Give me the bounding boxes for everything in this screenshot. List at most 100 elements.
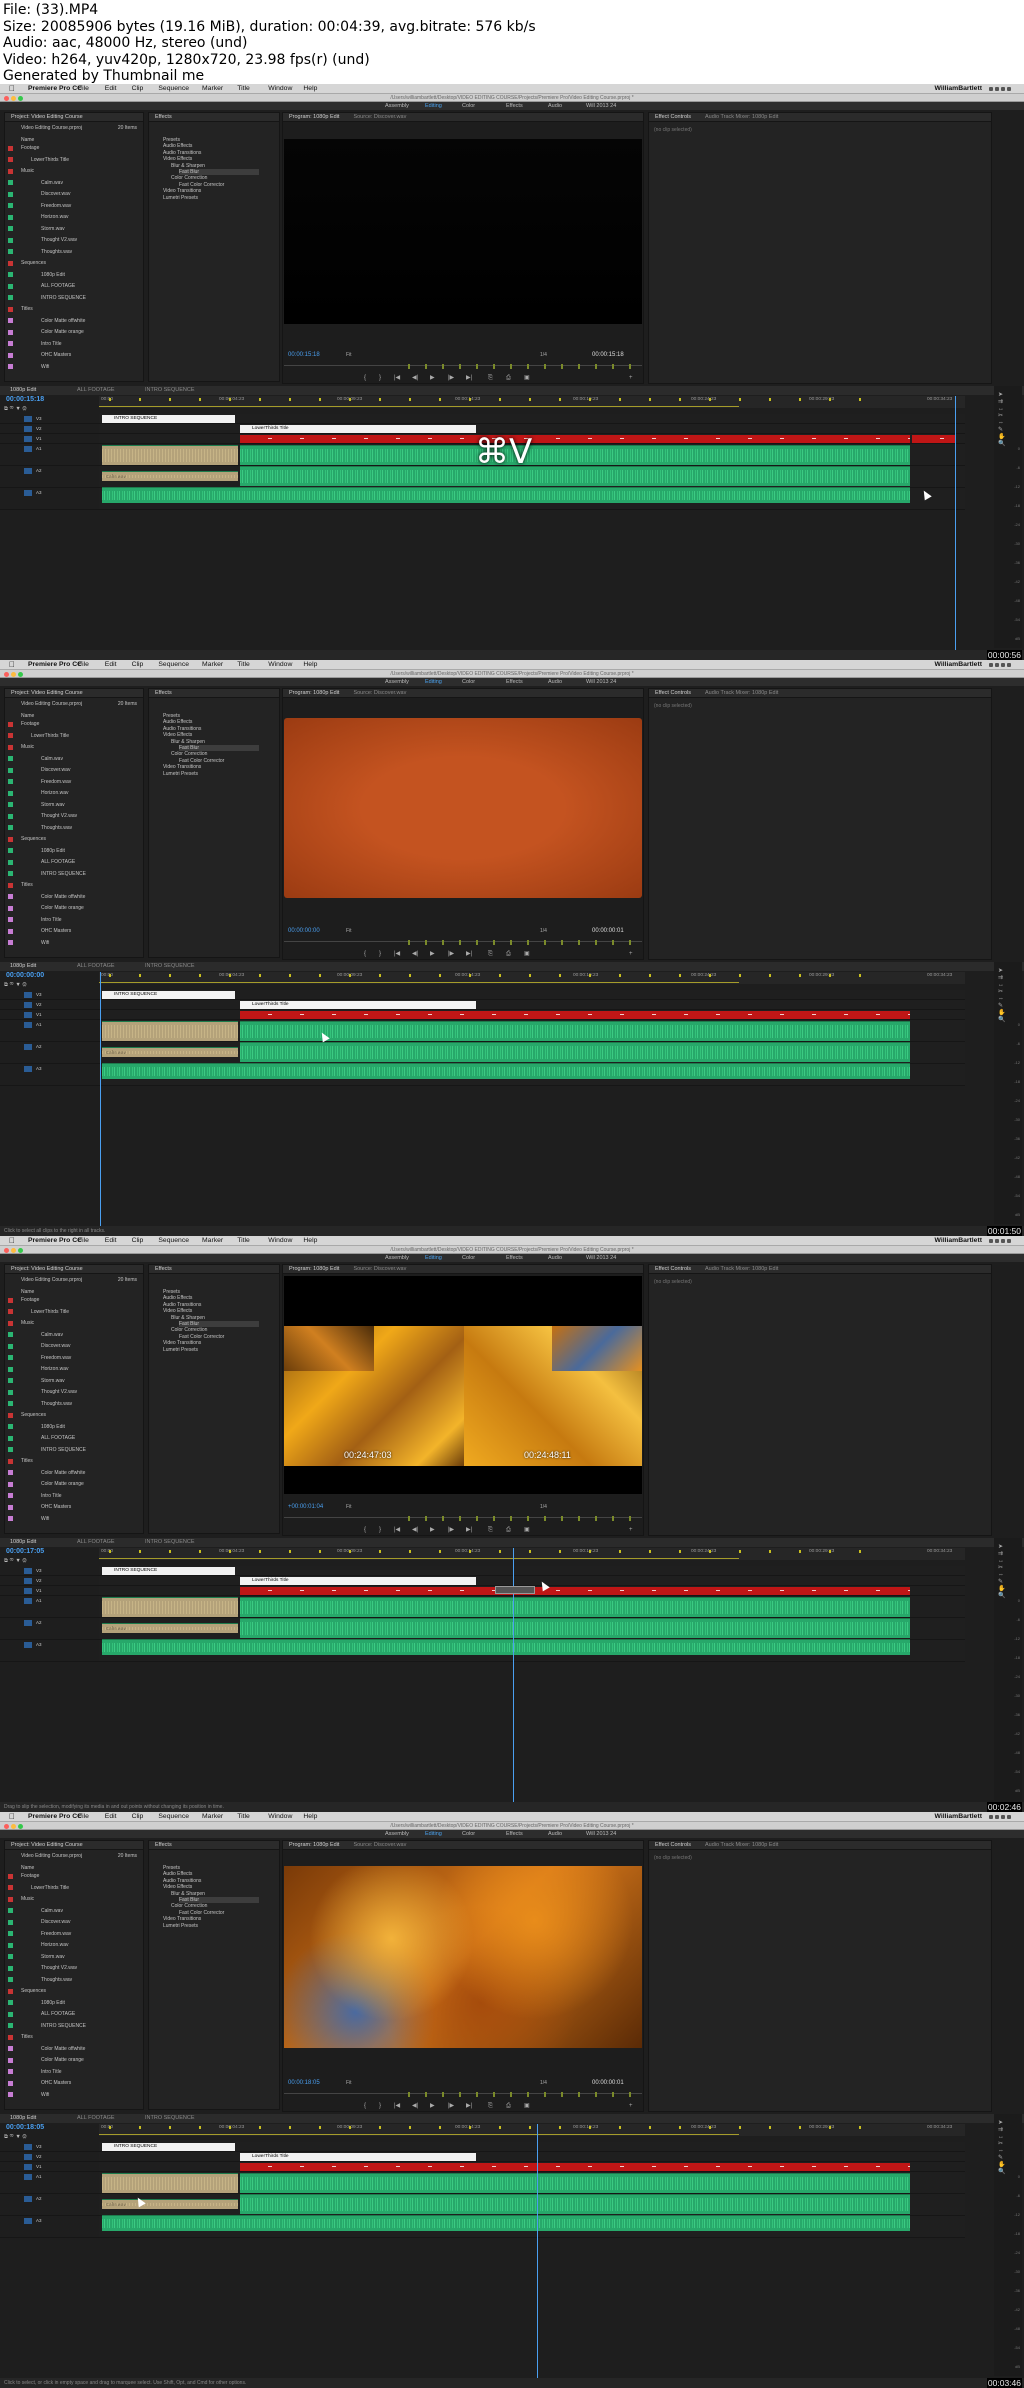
- resolution-select[interactable]: 1/4: [540, 2080, 547, 2086]
- play-icon[interactable]: ▶: [430, 950, 435, 959]
- timeline-tab-1[interactable]: 1080p Edit: [10, 962, 36, 971]
- next-frame-icon[interactable]: |▶: [448, 2102, 454, 2111]
- project-item[interactable]: INTRO SEQUENCE: [41, 871, 86, 877]
- clip-video-v1[interactable]: [240, 1587, 910, 1595]
- track-lane[interactable]: [99, 1576, 965, 1586]
- pen-tool-icon[interactable]: ✎: [998, 427, 1020, 434]
- track-toggle[interactable]: [24, 1578, 32, 1584]
- track-header-v2[interactable]: V2: [0, 1000, 99, 1010]
- effects-item[interactable]: Lumetri Presets: [163, 195, 198, 201]
- hand-tool-icon[interactable]: ✋: [998, 1586, 1020, 1593]
- add-button-icon[interactable]: +: [629, 2102, 633, 2111]
- effects-item[interactable]: Color Correction: [171, 751, 207, 757]
- project-item[interactable]: Sequences: [21, 836, 46, 842]
- track-header-v3[interactable]: V3: [0, 414, 99, 424]
- source-monitor-tab[interactable]: Source: Discover.wav: [353, 114, 406, 120]
- effect-controls-tab[interactable]: Effect Controls: [655, 1266, 691, 1272]
- workspace-color[interactable]: Color: [462, 1254, 475, 1262]
- effects-item[interactable]: Lumetri Presets: [163, 1923, 198, 1929]
- project-item[interactable]: 1080p Edit: [41, 848, 65, 854]
- timeline-ruler[interactable]: 00:0000:00:04:2300:00:09:2300:00:14:2300…: [99, 2124, 965, 2136]
- audio-clip-a1[interactable]: [240, 2173, 910, 2193]
- project-item[interactable]: Intro Title: [41, 2069, 62, 2075]
- track-header-a3[interactable]: A3: [0, 1064, 99, 1086]
- project-item[interactable]: Wifi: [41, 364, 49, 370]
- project-item[interactable]: Freedom.wav: [41, 1931, 71, 1937]
- project-item[interactable]: ALL FOOTAGE: [41, 2011, 75, 2017]
- timeline-timecode[interactable]: 00:00:00:00: [6, 972, 44, 979]
- effects-item[interactable]: Blur & Sharpen: [171, 163, 205, 169]
- audio-clip-a1[interactable]: [240, 1597, 910, 1617]
- clip-video-v1[interactable]: [240, 1011, 910, 1019]
- razor-tool-icon[interactable]: ✂: [998, 413, 1020, 420]
- project-item[interactable]: LowerThirds Title: [31, 157, 69, 163]
- effects-item[interactable]: Color Correction: [171, 1903, 207, 1909]
- zoom-tool-icon[interactable]: 🔍: [998, 1017, 1020, 1024]
- track-toggle[interactable]: [24, 2144, 32, 2150]
- workspace-color[interactable]: Color: [462, 102, 475, 110]
- track-header-v1[interactable]: V1: [0, 1586, 99, 1596]
- add-button-icon[interactable]: +: [629, 950, 633, 959]
- name-column-header[interactable]: Name: [21, 137, 34, 143]
- project-item[interactable]: Titles: [21, 2034, 33, 2040]
- clip-lower-thirds[interactable]: LowerThirds Title: [240, 2153, 476, 2161]
- razor-tool-icon[interactable]: ✂: [998, 2141, 1020, 2148]
- track-toggle[interactable]: [24, 2218, 32, 2224]
- audio-clip-a3[interactable]: [102, 487, 910, 503]
- project-item[interactable]: Footage: [21, 1873, 39, 1879]
- project-item[interactable]: Thoughts.wav: [41, 1977, 72, 1983]
- project-item[interactable]: Color Matte orange: [41, 905, 84, 911]
- audio-clip-a1[interactable]: [240, 1021, 910, 1041]
- effects-item[interactable]: Video Transitions: [163, 1916, 201, 1922]
- effects-item[interactable]: Fast Blur: [179, 1321, 259, 1327]
- app-menu[interactable]: Premiere Pro CC: [28, 1236, 82, 1246]
- project-item[interactable]: Wifi: [41, 940, 49, 946]
- track-toggle[interactable]: [24, 1620, 32, 1626]
- workspace-effects[interactable]: Effects: [506, 1254, 523, 1262]
- effect-controls-tab[interactable]: Effect Controls: [655, 690, 691, 696]
- workspace-will-2013-24[interactable]: Will 2013 24: [586, 1830, 616, 1838]
- track-header-a2[interactable]: A2: [0, 1618, 99, 1640]
- insert-icon[interactable]: ⎘: [488, 950, 493, 959]
- source-monitor-tab[interactable]: Source: Discover.wav: [353, 1266, 406, 1272]
- video-viewer[interactable]: [284, 718, 642, 898]
- slip-tool-icon[interactable]: ⇔: [998, 1572, 1020, 1579]
- next-frame-icon[interactable]: |▶: [448, 374, 454, 383]
- next-frame-icon[interactable]: |▶: [448, 1526, 454, 1535]
- project-item[interactable]: Discover.wav: [41, 1343, 70, 1349]
- project-item[interactable]: Footage: [21, 721, 39, 727]
- project-item[interactable]: INTRO SEQUENCE: [41, 2023, 86, 2029]
- effects-item[interactable]: Fast Color Corrector: [179, 1334, 224, 1340]
- clip-intro-sequence[interactable]: INTRO SEQUENCE: [102, 1567, 235, 1575]
- project-item[interactable]: Color Matte orange: [41, 329, 84, 335]
- project-item[interactable]: Intro Title: [41, 917, 62, 923]
- track-toggle[interactable]: [24, 1066, 32, 1072]
- track-toggle[interactable]: [24, 1022, 32, 1028]
- workspace-assembly[interactable]: Assembly: [385, 678, 409, 686]
- camera-icon[interactable]: ▣: [524, 374, 530, 383]
- track-select-tool-icon[interactable]: ⇉: [998, 399, 1020, 406]
- menu-file[interactable]: File: [78, 84, 89, 94]
- workspace-color[interactable]: Color: [462, 678, 475, 686]
- clip-video-v1-end[interactable]: [912, 435, 956, 443]
- project-item[interactable]: OHC Masters: [41, 928, 71, 934]
- project-item[interactable]: Color Matte offwhite: [41, 318, 85, 324]
- step-back-icon[interactable]: |◀: [394, 950, 400, 959]
- video-viewer[interactable]: 00:24:47:03 00:24:48:11: [284, 1276, 642, 1494]
- workspace-audio[interactable]: Audio: [548, 1254, 562, 1262]
- workspace-assembly[interactable]: Assembly: [385, 102, 409, 110]
- audio-clip-intro[interactable]: [102, 445, 238, 465]
- project-item[interactable]: Music: [21, 744, 34, 750]
- menu-sequence[interactable]: Sequence: [158, 1236, 189, 1246]
- project-item[interactable]: ALL FOOTAGE: [41, 283, 75, 289]
- mark-in-icon[interactable]: {: [364, 950, 366, 959]
- project-item[interactable]: Titles: [21, 1458, 33, 1464]
- name-column-header[interactable]: Name: [21, 1865, 34, 1871]
- clip-intro-sequence[interactable]: INTRO SEQUENCE: [102, 2143, 235, 2151]
- menu-marker[interactable]: Marker: [202, 1236, 223, 1246]
- hand-tool-icon[interactable]: ✋: [998, 1010, 1020, 1017]
- user-name[interactable]: WilliamBartlett: [934, 84, 982, 94]
- effects-item[interactable]: Audio Transitions: [163, 1878, 201, 1884]
- overwrite-icon[interactable]: ⎙: [506, 950, 511, 959]
- track-header-v1[interactable]: V1: [0, 2162, 99, 2172]
